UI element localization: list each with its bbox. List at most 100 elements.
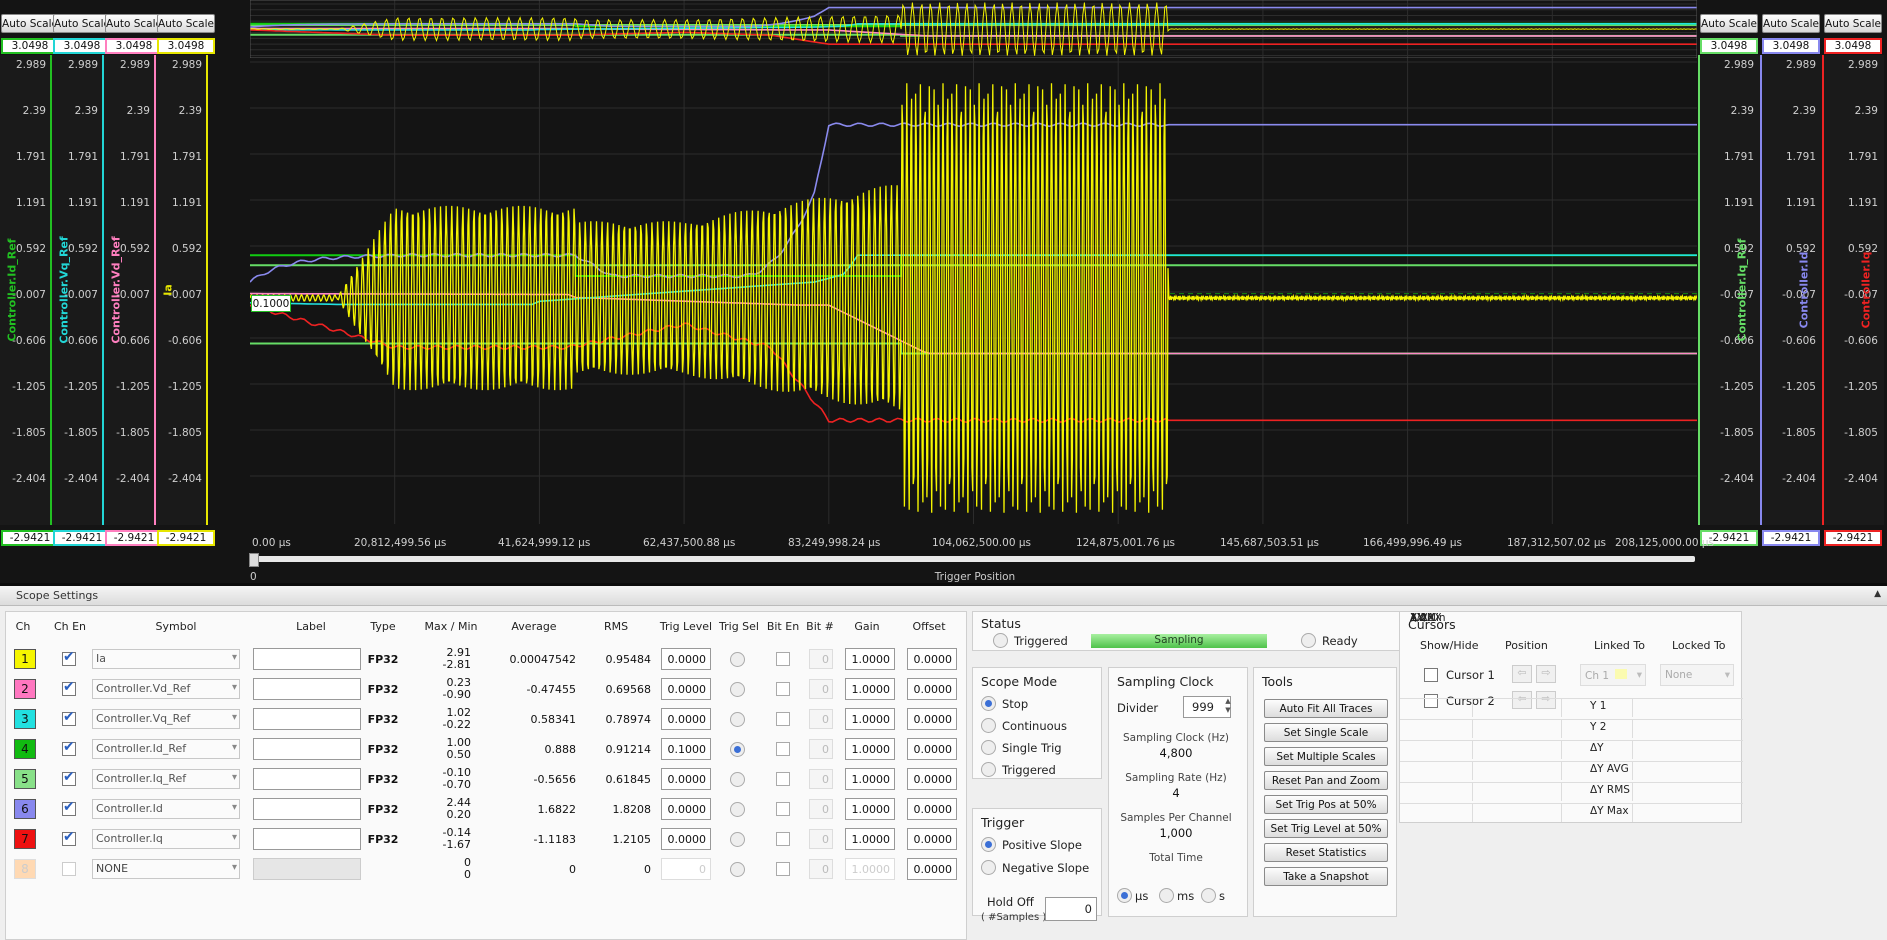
offset-input[interactable]: 0.0000 [907, 738, 957, 760]
label-input[interactable] [253, 858, 361, 880]
offset-input[interactable]: 0.0000 [907, 768, 957, 790]
gain-input[interactable]: 1.0000 [845, 738, 895, 760]
bit-enable-checkbox[interactable] [776, 832, 790, 846]
time-unit-option[interactable]: µs [1117, 888, 1148, 903]
auto-scale-button-ch2[interactable]: Auto Scale [105, 14, 163, 33]
bit-enable-checkbox[interactable] [776, 742, 790, 756]
scope-mode-radio[interactable] [981, 696, 996, 711]
scale-max-field[interactable]: 3.0498 [1762, 38, 1820, 54]
label-input[interactable] [253, 708, 361, 730]
cursor1-locked-select[interactable]: None ▾ [1660, 664, 1734, 686]
auto-scale-button-ch4[interactable]: Auto Scale [1, 14, 59, 33]
scale-max-field[interactable]: 3.0498 [105, 38, 163, 54]
time-unit-radio[interactable] [1117, 888, 1132, 903]
bit-enable-checkbox[interactable] [776, 772, 790, 786]
scope-mode-radio[interactable] [981, 718, 996, 733]
holdoff-input[interactable]: 0 [1045, 897, 1097, 921]
scale-max-field[interactable]: 3.0498 [157, 38, 215, 54]
symbol-select[interactable]: Controller.Vd_Ref [92, 679, 240, 699]
symbol-select[interactable]: Controller.Id [92, 799, 240, 819]
offset-input[interactable]: 0.0000 [907, 708, 957, 730]
trigger-position-slider[interactable] [252, 556, 1695, 562]
scale-min-field[interactable]: -2.9421 [53, 530, 111, 546]
bit-enable-checkbox[interactable] [776, 682, 790, 696]
symbol-select[interactable]: Controller.Vq_Ref [92, 709, 240, 729]
reset-statistics-button[interactable]: Reset Statistics [1264, 843, 1388, 862]
set-multiple-scales-button[interactable]: Set Multiple Scales [1264, 747, 1388, 766]
auto-scale-button-ch5[interactable]: Auto Scale [1700, 14, 1758, 33]
scale-min-field[interactable]: -2.9421 [1762, 530, 1820, 546]
trig-level-input[interactable]: 0.0000 [661, 678, 711, 700]
trig-select-radio[interactable] [729, 831, 745, 847]
trigger-slope-radio[interactable] [981, 837, 996, 852]
gain-input[interactable]: 1.0000 [845, 828, 895, 850]
gain-input[interactable]: 1.0000 [845, 768, 895, 790]
scale-max-field[interactable]: 3.0498 [1700, 38, 1758, 54]
cursor1-linked-select[interactable]: Ch 1 ▾ [1580, 664, 1646, 686]
trig-select-radio[interactable] [729, 651, 745, 667]
gain-input[interactable]: 1.0000 [845, 798, 895, 820]
trig-level-input[interactable]: 0.0000 [661, 708, 711, 730]
scope-mode-option[interactable]: Continuous [981, 718, 1067, 733]
trig-select-radio[interactable] [729, 741, 745, 757]
trigger-slope-option[interactable]: Positive Slope [981, 837, 1082, 852]
main-plot[interactable] [250, 58, 1697, 524]
trigger-level-marker[interactable]: 0.1000 [251, 295, 291, 312]
trigger-slope-option[interactable]: Negative Slope [981, 860, 1089, 875]
channel-enable-checkbox[interactable] [62, 739, 76, 756]
bit-enable-checkbox[interactable] [776, 802, 790, 816]
cursor1-left-arrow-icon[interactable]: ⇦ [1512, 665, 1532, 683]
auto-scale-button-ch6[interactable]: Auto Scale [1762, 14, 1820, 33]
auto-fit-all-traces-button[interactable]: Auto Fit All Traces [1264, 699, 1388, 718]
overview-plot[interactable] [250, 0, 1697, 58]
time-unit-radio[interactable] [1201, 888, 1216, 903]
gain-input[interactable]: 1.0000 [845, 648, 895, 670]
take-snapshot-button[interactable]: Take a Snapshot [1264, 867, 1388, 886]
trig-level-input[interactable]: 0.0000 [661, 768, 711, 790]
trig-select-radio[interactable] [729, 801, 745, 817]
scale-max-field[interactable]: 3.0498 [1824, 38, 1882, 54]
channel-enable-checkbox[interactable] [62, 709, 76, 726]
offset-input[interactable]: 0.0000 [907, 828, 957, 850]
reset-pan-zoom-button[interactable]: Reset Pan and Zoom [1264, 771, 1388, 790]
collapse-icon[interactable]: ▲ [1874, 589, 1881, 599]
trig-level-input[interactable]: 0.1000 [661, 738, 711, 760]
auto-scale-button-ch1[interactable]: Auto Scale [157, 14, 215, 33]
auto-scale-button-ch3[interactable]: Auto Scale [53, 14, 111, 33]
scale-max-field[interactable]: 3.0498 [1, 38, 59, 54]
symbol-select[interactable]: NONE [92, 859, 240, 879]
label-input[interactable] [253, 738, 361, 760]
gain-input[interactable]: 1.0000 [845, 708, 895, 730]
offset-input[interactable]: 0.0000 [907, 798, 957, 820]
set-single-scale-button[interactable]: Set Single Scale [1264, 723, 1388, 742]
scale-max-field[interactable]: 3.0498 [53, 38, 111, 54]
set-trig-level-button[interactable]: Set Trig Level at 50% [1264, 819, 1388, 838]
scope-mode-radio[interactable] [981, 762, 996, 777]
trig-select-radio[interactable] [729, 771, 745, 787]
time-unit-radio[interactable] [1159, 888, 1174, 903]
channel-enable-checkbox[interactable] [62, 862, 76, 876]
offset-input[interactable]: 0.0000 [907, 678, 957, 700]
bit-enable-checkbox[interactable] [776, 652, 790, 666]
symbol-select[interactable]: Controller.Id_Ref [92, 739, 240, 759]
symbol-select[interactable]: Controller.Iq_Ref [92, 769, 240, 789]
channel-enable-checkbox[interactable] [62, 769, 76, 786]
trig-select-radio[interactable] [729, 711, 745, 727]
offset-input[interactable]: 0.0000 [907, 858, 957, 880]
cursor1-right-arrow-icon[interactable]: ⇨ [1536, 665, 1556, 683]
bit-enable-checkbox[interactable] [776, 862, 790, 876]
trig-level-input[interactable]: 0.0000 [661, 798, 711, 820]
label-input[interactable] [253, 798, 361, 820]
scale-min-field[interactable]: -2.9421 [157, 530, 215, 546]
channel-enable-checkbox[interactable] [62, 649, 76, 666]
channel-enable-checkbox[interactable] [62, 799, 76, 816]
trigger-position-handle[interactable] [249, 553, 259, 567]
symbol-select[interactable]: Controller.Iq [92, 829, 240, 849]
trig-level-input[interactable]: 0 [661, 858, 711, 880]
cursor2-checkbox[interactable] [1424, 694, 1438, 708]
gain-input[interactable]: 1.0000 [845, 858, 895, 880]
symbol-select[interactable]: Ia [92, 649, 240, 669]
trigger-slope-radio[interactable] [981, 860, 996, 875]
channel-enable-checkbox[interactable] [62, 829, 76, 846]
label-input[interactable] [253, 678, 361, 700]
